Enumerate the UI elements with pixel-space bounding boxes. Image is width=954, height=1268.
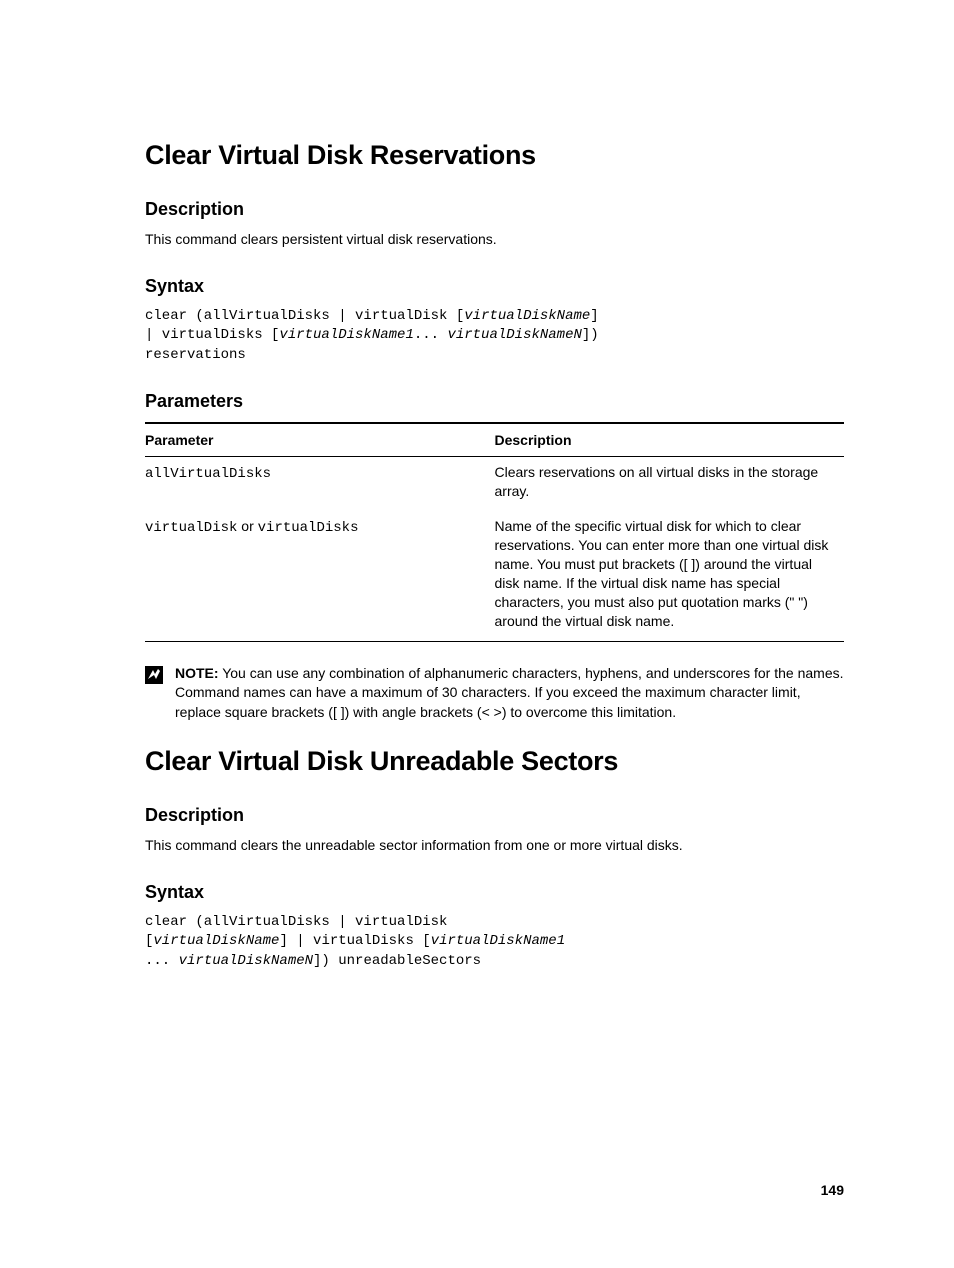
table-header-row: Parameter Description — [145, 423, 844, 457]
cell-parameter: allVirtualDisks — [145, 457, 495, 511]
note-icon — [145, 666, 163, 684]
subsection-title: Description — [145, 805, 844, 826]
col-header-description: Description — [495, 423, 845, 457]
body-text: This command clears the unreadable secto… — [145, 836, 844, 856]
body-text: This command clears persistent virtual d… — [145, 230, 844, 250]
note-label: NOTE: — [175, 665, 219, 681]
section-heading: Clear Virtual Disk Unreadable Sectors — [145, 746, 844, 777]
code-block: clear (allVirtualDisks | virtualDisk [vi… — [145, 913, 844, 972]
note-body: You can use any combination of alphanume… — [175, 665, 844, 720]
cell-description: Name of the specific virtual disk for wh… — [495, 511, 845, 641]
subsection-title: Parameters — [145, 391, 844, 412]
subsection-title: Syntax — [145, 276, 844, 297]
parameters-table: Parameter Description allVirtualDisksCle… — [145, 422, 844, 641]
section-heading: Clear Virtual Disk Reservations — [145, 140, 844, 171]
page-number: 149 — [821, 1182, 844, 1198]
doc-page: Clear Virtual Disk Reservations Descript… — [0, 0, 954, 1268]
note-text: NOTE: You can use any combination of alp… — [175, 664, 844, 723]
code-block: clear (allVirtualDisks | virtualDisk [vi… — [145, 307, 844, 366]
col-header-parameter: Parameter — [145, 423, 495, 457]
table-row: allVirtualDisksClears reservations on al… — [145, 457, 844, 511]
note-block: NOTE: You can use any combination of alp… — [145, 664, 844, 723]
subsection-title: Description — [145, 199, 844, 220]
table-row: virtualDisk or virtualDisksName of the s… — [145, 511, 844, 641]
subsection-title: Syntax — [145, 882, 844, 903]
cell-description: Clears reservations on all virtual disks… — [495, 457, 845, 511]
cell-parameter: virtualDisk or virtualDisks — [145, 511, 495, 641]
